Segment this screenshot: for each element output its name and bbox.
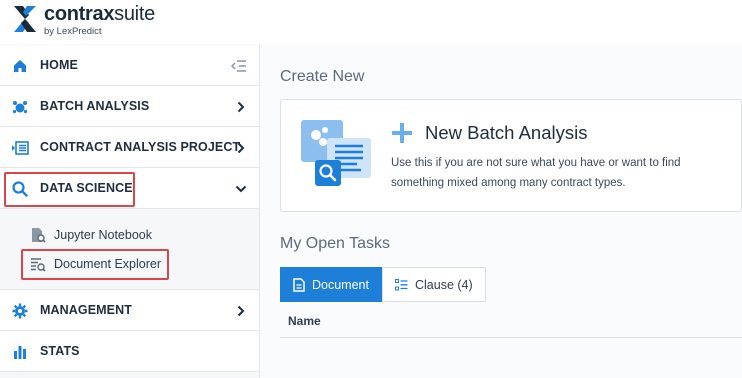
open-tasks-title: My Open Tasks xyxy=(280,235,390,252)
top-header: contraxsuite by LexPredict xyxy=(0,0,742,44)
column-header-name[interactable]: Name xyxy=(288,314,321,328)
brand-name-suffix: suite xyxy=(114,3,155,25)
chevron-right-icon xyxy=(235,100,247,113)
sidebar-subitem-label: Jupyter Notebook xyxy=(54,228,152,242)
contraxsuite-logo-icon xyxy=(14,6,36,32)
sidebar-subitem-jupyter-notebook[interactable]: Jupyter Notebook xyxy=(30,225,152,245)
contraxsuite-logo[interactable]: contraxsuite by LexPredict xyxy=(12,4,155,40)
sidebar-item-label: MANAGEMENT xyxy=(40,303,132,317)
contract-analysis-icon xyxy=(11,139,29,157)
batch-analysis-illustration xyxy=(301,120,371,186)
main-content: Create New New Batch Analysis Use this i… xyxy=(261,44,742,378)
sidebar-item-label: HOME xyxy=(40,58,78,72)
document-icon xyxy=(293,277,305,292)
tasks-table-header: Name xyxy=(280,312,742,338)
brand-name: contrax xyxy=(44,3,115,25)
tab-document[interactable]: Document xyxy=(280,267,382,302)
bar-chart-icon xyxy=(11,343,29,361)
batch-analysis-icon xyxy=(11,98,29,116)
brand-tagline: by LexPredict xyxy=(44,26,102,37)
new-batch-analysis-card[interactable]: New Batch Analysis Use this if you are n… xyxy=(280,99,742,212)
card-title: New Batch Analysis xyxy=(425,122,588,143)
gear-icon xyxy=(11,302,29,320)
tab-clause[interactable]: Clause (4) xyxy=(381,267,486,302)
home-icon xyxy=(11,57,29,75)
highlight-data-science xyxy=(4,172,135,207)
plus-icon xyxy=(392,123,412,143)
tab-label: Document xyxy=(312,277,369,292)
highlight-document-explorer xyxy=(21,249,169,280)
clause-list-icon xyxy=(394,278,408,290)
sidebar-item-label: BATCH ANALYSIS xyxy=(40,99,150,113)
sidebar-item-batch-analysis[interactable]: BATCH ANALYSIS xyxy=(0,86,259,127)
tab-label: Clause (4) xyxy=(414,277,473,292)
document-search-icon xyxy=(32,228,46,243)
sidebar-item-label: STATS xyxy=(40,344,80,358)
sidebar-item-contract-analysis-project[interactable]: CONTRACT ANALYSIS PROJECT xyxy=(0,127,259,168)
sidebar: HOME BATCH ANALYSIS CONTRACT ANALYSIS PR… xyxy=(0,44,260,378)
sidebar-item-home[interactable]: HOME xyxy=(0,45,259,86)
sidebar-item-label: CONTRACT ANALYSIS PROJECT xyxy=(40,140,241,154)
sidebar-item-stats[interactable]: STATS xyxy=(0,331,259,372)
chevron-right-icon xyxy=(235,141,247,154)
chevron-right-icon xyxy=(235,304,247,317)
card-description: Use this if you are not sure what you ha… xyxy=(391,157,681,189)
sidebar-item-management[interactable]: MANAGEMENT xyxy=(0,290,259,331)
tasks-tabs: Document Clause (4) xyxy=(280,267,486,302)
create-new-title: Create New xyxy=(280,68,365,85)
collapse-sidebar-icon[interactable] xyxy=(230,59,247,72)
chevron-down-icon xyxy=(235,182,247,194)
